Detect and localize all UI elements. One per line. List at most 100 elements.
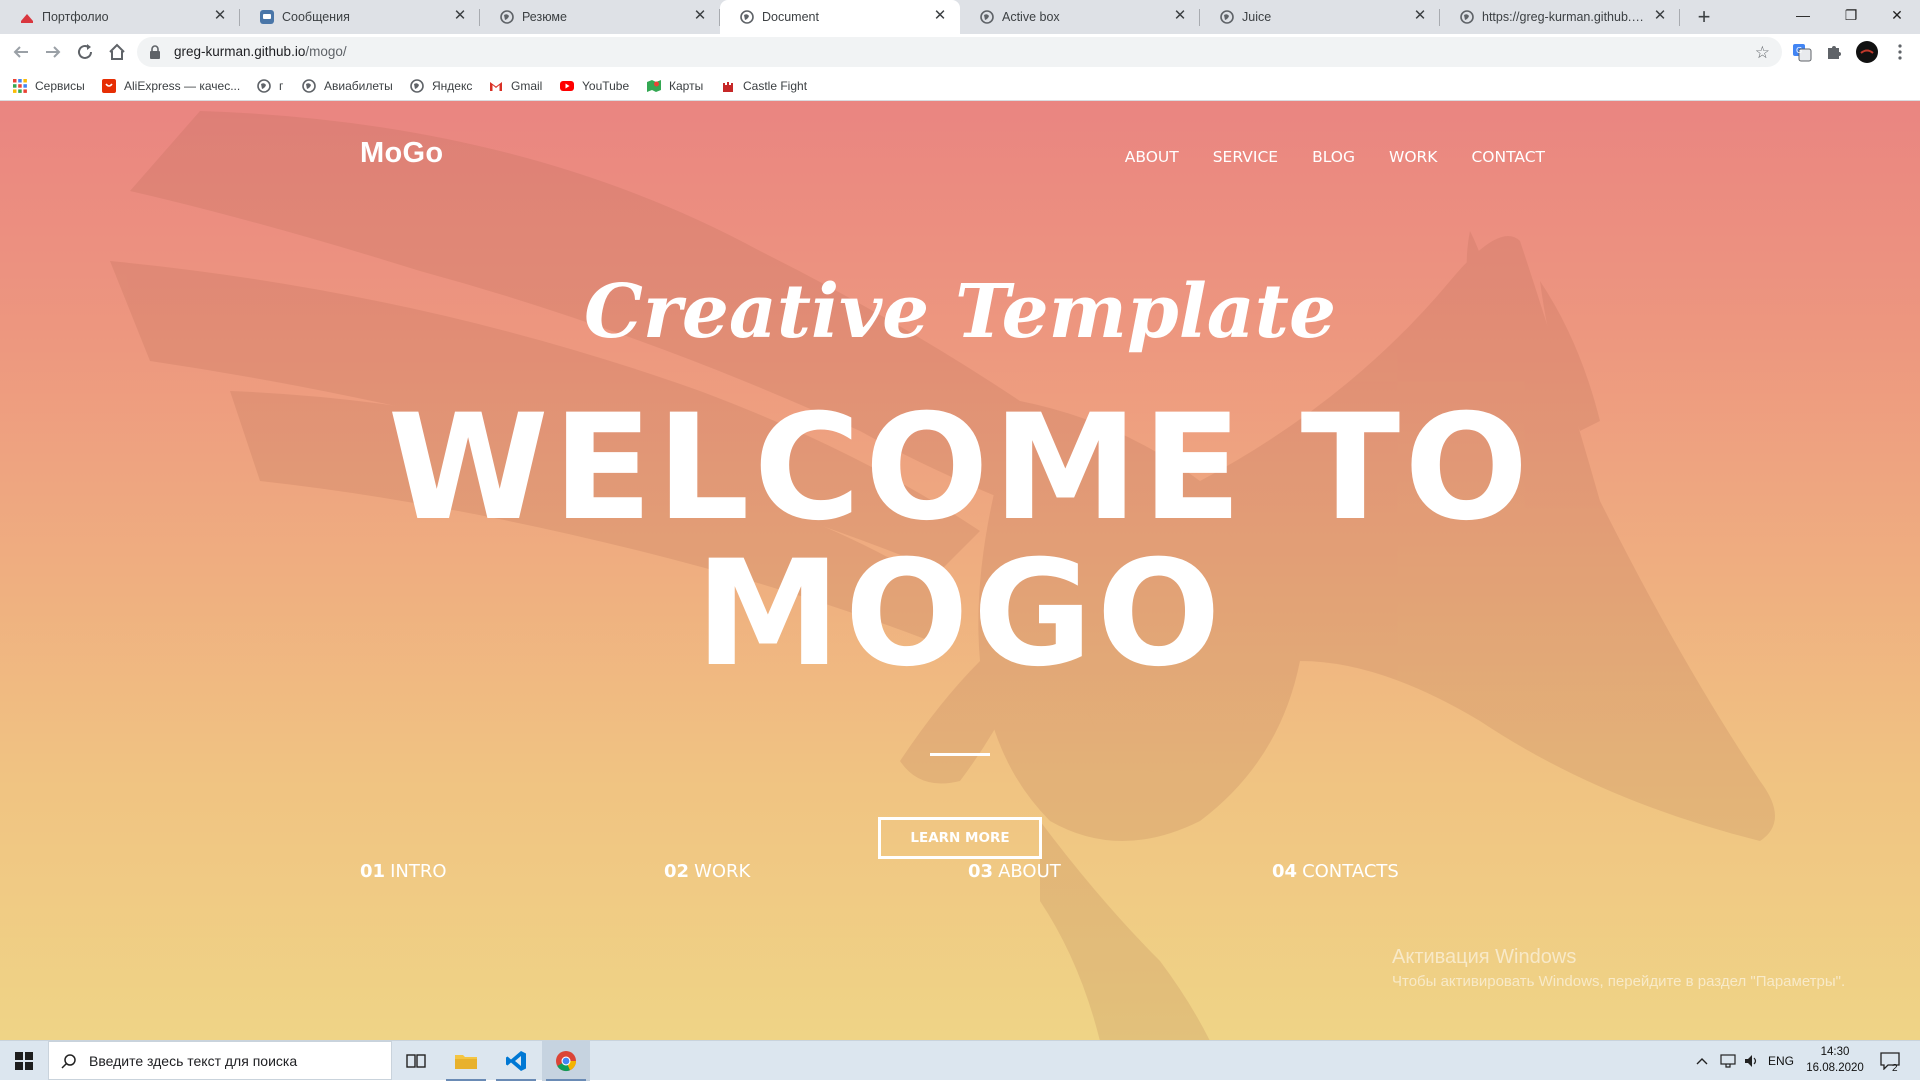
- search-icon: [61, 1054, 76, 1069]
- back-icon[interactable]: [10, 41, 32, 63]
- taskbar-search-box[interactable]: Введите здесь текст для поиска: [48, 1041, 392, 1080]
- minimize-icon[interactable]: —: [1780, 0, 1826, 30]
- bookmark-label: Авиабилеты: [324, 78, 393, 93]
- profile-avatar-icon[interactable]: [1856, 41, 1878, 63]
- mogo-hero-page: MoGo ABOUT SERVICE BLOG WORK CONTACT Cre…: [0, 101, 1920, 1040]
- bookmark-label: Яндекс: [432, 78, 473, 93]
- hero-headline-line2: MOGO: [695, 529, 1225, 699]
- site-logo[interactable]: MoGo: [360, 137, 443, 170]
- bookmark-label: AliExpress — качес...: [124, 78, 241, 93]
- extensions-puzzle-icon[interactable]: [1824, 42, 1844, 62]
- search-placeholder: Введите здесь текст для поиска: [89, 1053, 298, 1069]
- tab-document[interactable]: Document ✕: [720, 0, 960, 34]
- slide-item-work[interactable]: 02 WORK: [664, 861, 750, 882]
- hero-headline: WELCOME TO MOGO: [0, 395, 1920, 687]
- windows-activation-title: Активация Windows: [1392, 946, 1577, 968]
- home-icon[interactable]: [106, 41, 128, 63]
- castle-icon: [723, 81, 733, 92]
- bookmark-youtube[interactable]: YouTube: [560, 77, 629, 94]
- tab-close-icon[interactable]: ✕: [1412, 8, 1428, 24]
- slide-item-contacts[interactable]: 04 CONTACTS: [1272, 861, 1399, 882]
- bookmark-label: Сервисы: [35, 78, 85, 93]
- tab-title: Document: [762, 10, 819, 24]
- tab-github-page[interactable]: https://greg-kurman.github.io/Bu ✕: [1440, 0, 1680, 34]
- lock-icon: [150, 45, 160, 59]
- bookmark-label: Карты: [669, 78, 704, 93]
- nav-about[interactable]: ABOUT: [1125, 148, 1179, 166]
- maps-icon: [647, 79, 661, 92]
- hero-subtitle: Creative Template: [583, 269, 1337, 355]
- globe-favicon: [980, 10, 994, 24]
- bookmark-gmail[interactable]: Gmail: [489, 77, 542, 94]
- windows-taskbar: Введите здесь текст для поиска ENG 14:30…: [0, 1040, 1920, 1081]
- bookmark-g[interactable]: г: [257, 77, 283, 94]
- bookmark-label: YouTube: [582, 78, 630, 93]
- nav-work[interactable]: WORK: [1389, 148, 1437, 166]
- tab-title: Сообщения: [282, 10, 350, 24]
- globe-favicon: [1220, 10, 1234, 24]
- tab-portfolio[interactable]: Портфолио ✕: [0, 0, 240, 34]
- reload-icon[interactable]: [74, 41, 96, 63]
- clock-time: 14:30: [1820, 1046, 1850, 1058]
- bookmark-castle-fight[interactable]: Castle Fight: [721, 77, 807, 94]
- bookmark-aviabilety[interactable]: Авиабилеты: [302, 77, 393, 94]
- browser-tab-strip: Портфолио ✕ Сообщения ✕ Резюме ✕ Documen…: [0, 0, 1920, 34]
- new-tab-plus-icon[interactable]: +: [1693, 6, 1715, 28]
- file-explorer-icon[interactable]: [442, 1041, 490, 1081]
- bookmark-services[interactable]: Сервисы: [13, 77, 85, 94]
- site-nav: ABOUT SERVICE BLOG WORK CONTACT: [1125, 148, 1545, 166]
- windows-activation-watermark: Активация Windows Чтобы активировать Win…: [1392, 946, 1845, 990]
- vscode-icon[interactable]: [492, 1041, 540, 1081]
- tab-title: Juice: [1242, 10, 1272, 24]
- portfolio-favicon: [21, 14, 33, 23]
- windows-start-icon[interactable]: [0, 1041, 48, 1081]
- tab-close-icon[interactable]: ✕: [1172, 8, 1188, 24]
- task-view-icon[interactable]: [392, 1041, 440, 1081]
- restore-icon[interactable]: ❐: [1828, 0, 1874, 30]
- nav-blog[interactable]: BLOG: [1312, 148, 1355, 166]
- language-indicator[interactable]: ENG: [1768, 1041, 1794, 1081]
- tab-title: Портфолио: [42, 10, 109, 24]
- bookmark-yandex[interactable]: Яндекс: [410, 77, 472, 94]
- tab-juice[interactable]: Juice ✕: [1200, 0, 1440, 34]
- bookmark-label: г: [279, 78, 284, 93]
- globe-icon: [410, 78, 424, 93]
- tab-close-icon[interactable]: ✕: [692, 8, 708, 24]
- tray-chevron-up-icon[interactable]: [1696, 1041, 1708, 1081]
- bookmarks-bar: Сервисы AliExpress — качес... г Авиабиле…: [0, 70, 1920, 101]
- learn-more-button[interactable]: LEARN MORE: [878, 817, 1042, 859]
- aliexpress-icon: [102, 78, 116, 93]
- tab-close-icon[interactable]: ✕: [452, 8, 468, 24]
- hero-headline-line1: WELCOME TO: [387, 383, 1533, 553]
- address-bar[interactable]: greg-kurman.github.io/mogo/ ☆: [137, 37, 1782, 67]
- bookmark-star-icon[interactable]: ☆: [1755, 43, 1770, 63]
- tab-close-icon[interactable]: ✕: [212, 8, 228, 24]
- slide-item-about[interactable]: 03 ABOUT: [968, 861, 1061, 882]
- network-icon[interactable]: [1720, 1041, 1736, 1081]
- tab-title: Active box: [1002, 10, 1060, 24]
- chrome-icon[interactable]: [542, 1041, 590, 1081]
- notifications-icon[interactable]: 2: [1880, 1041, 1900, 1081]
- globe-favicon: [740, 10, 754, 24]
- volume-icon[interactable]: [1744, 1041, 1760, 1081]
- nav-contact[interactable]: CONTACT: [1471, 148, 1545, 166]
- tab-title: https://greg-kurman.github.io/Bu: [1482, 10, 1646, 24]
- tab-title: Резюме: [522, 10, 567, 24]
- bookmark-maps[interactable]: Карты: [647, 77, 703, 94]
- slide-item-intro[interactable]: 01 INTRO: [360, 861, 447, 882]
- tab-messages[interactable]: Сообщения ✕: [240, 0, 480, 34]
- gmail-icon: [490, 81, 502, 91]
- tab-close-icon[interactable]: ✕: [932, 8, 948, 24]
- system-clock[interactable]: 14:30 16.08.2020: [1800, 1044, 1870, 1076]
- hero-divider: [930, 753, 990, 756]
- tab-resume[interactable]: Резюме ✕: [480, 0, 720, 34]
- bookmark-aliexpress[interactable]: AliExpress — качес...: [102, 77, 240, 94]
- translate-icon[interactable]: G: [1792, 42, 1812, 62]
- nav-service[interactable]: SERVICE: [1213, 148, 1278, 166]
- menu-kebab-icon[interactable]: [1890, 42, 1910, 62]
- tab-close-icon[interactable]: ✕: [1652, 8, 1668, 24]
- apps-grid-icon: [13, 78, 27, 93]
- tab-active-box[interactable]: Active box ✕: [960, 0, 1200, 34]
- forward-icon[interactable]: [42, 41, 64, 63]
- close-icon[interactable]: ✕: [1874, 0, 1920, 30]
